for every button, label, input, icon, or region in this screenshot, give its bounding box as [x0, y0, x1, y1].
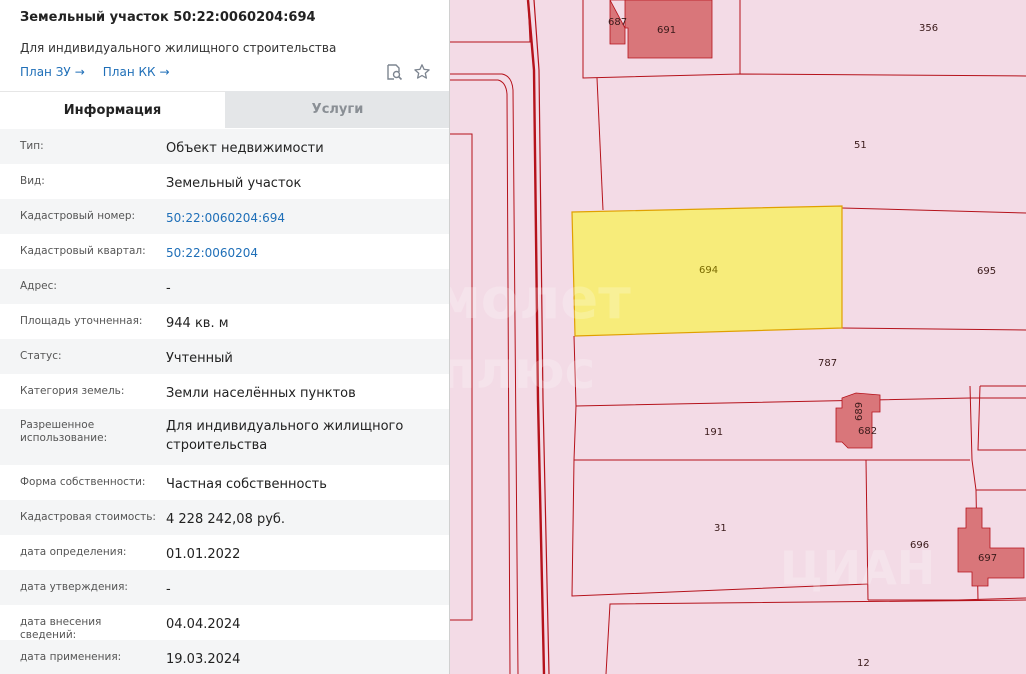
- plot-label-31: 31: [714, 523, 727, 534]
- plan-zu-link[interactable]: План ЗУ →: [20, 65, 85, 79]
- cadastral-map[interactable]: самолет плюс ЦИАН 687 691 356 51 694 695…: [450, 0, 1026, 674]
- row-label: Разрешенное использование:: [20, 419, 108, 444]
- info-row-application-date: дата применения: 19.03.2024: [0, 640, 449, 674]
- panel-tools: [385, 63, 431, 81]
- plot-label-356: 356: [919, 23, 938, 34]
- plot-label-697: 697: [978, 553, 997, 564]
- plot-label-787: 787: [818, 358, 837, 369]
- plan-links: План ЗУ → План КК →: [20, 65, 170, 79]
- row-label: Кадастровый номер:: [20, 210, 136, 222]
- row-value: Для индивидуального жилищного строительс…: [166, 419, 404, 453]
- plot-label-687: 687: [608, 17, 627, 28]
- row-value: 01.01.2022: [166, 547, 241, 562]
- info-row-approval-date: дата утверждения: -: [0, 570, 449, 605]
- row-value: Учтенный: [166, 351, 233, 366]
- row-label: Кадастровый квартал:: [20, 245, 146, 257]
- row-label: дата утверждения:: [20, 581, 128, 593]
- row-label: дата внесения сведений:: [20, 616, 102, 641]
- info-row-permitted-use: Разрешенное использование: Для индивидуа…: [0, 409, 449, 465]
- row-value: 04.04.2024: [166, 617, 241, 632]
- panel-subtitle: Для индивидуального жилищного строительс…: [20, 41, 337, 55]
- row-value: Частная собственность: [166, 477, 327, 492]
- row-value: -: [166, 281, 171, 296]
- row-label: Кадастровая стоимость:: [20, 511, 156, 523]
- arrow-right-icon: →: [159, 65, 170, 79]
- plan-kk-link[interactable]: План КК →: [103, 65, 170, 79]
- map-canvas[interactable]: самолет плюс ЦИАН 687 691 356 51 694 695…: [450, 0, 1026, 674]
- row-label: Тип:: [20, 140, 44, 152]
- watermark-brand: самолет: [450, 267, 631, 332]
- row-value: Земли населённых пунктов: [166, 386, 356, 401]
- arrow-right-icon: →: [74, 65, 85, 79]
- cadastral-quarter-link[interactable]: 50:22:0060204: [166, 244, 436, 263]
- row-label: дата определения:: [20, 546, 127, 558]
- row-value: 4 228 242,08 руб.: [166, 512, 286, 527]
- plot-label-694: 694: [699, 265, 718, 276]
- row-value: Объект недвижимости: [166, 141, 324, 156]
- info-panel: Земельный участок 50:22:0060204:694 Для …: [0, 0, 450, 674]
- tab-info[interactable]: Информация: [0, 91, 225, 128]
- row-label: Категория земель:: [20, 385, 125, 397]
- row-label: Статус:: [20, 350, 62, 362]
- info-row-cadastral-value: Кадастровая стоимость: 4 228 242,08 руб.: [0, 500, 449, 535]
- info-row-ownership: Форма собственности: Частная собственнос…: [0, 465, 449, 500]
- info-row-area: Площадь уточненная: 944 кв. м: [0, 304, 449, 339]
- search-document-icon[interactable]: [385, 63, 403, 81]
- cadastral-number-link[interactable]: 50:22:0060204:694: [166, 209, 436, 228]
- plot-label-695: 695: [977, 266, 996, 277]
- info-row-address: Адрес: -: [0, 269, 449, 304]
- panel-title: Земельный участок 50:22:0060204:694: [20, 10, 316, 25]
- plan-zu-label: План ЗУ: [20, 65, 71, 79]
- watermark-brand-sub: плюс: [450, 341, 595, 401]
- info-row-status: Статус: Учтенный: [0, 339, 449, 374]
- info-row-land-category: Категория земель: Земли населённых пункт…: [0, 374, 449, 409]
- row-label: дата применения:: [20, 651, 122, 663]
- plot-label-191: 191: [704, 427, 723, 438]
- star-icon[interactable]: [413, 63, 431, 81]
- plot-label-682: 682: [858, 426, 877, 437]
- info-table: Тип: Объект недвижимости Вид: Земельный …: [0, 129, 449, 674]
- row-value: Земельный участок: [166, 176, 302, 191]
- row-label: Адрес:: [20, 280, 57, 292]
- info-row-type: Тип: Объект недвижимости: [0, 129, 449, 164]
- row-label: Площадь уточненная:: [20, 315, 143, 327]
- info-row-kind: Вид: Земельный участок: [0, 164, 449, 199]
- panel-tabs: Информация Услуги: [0, 91, 449, 128]
- info-row-cadastral-quarter: Кадастровый квартал: 50:22:0060204: [0, 234, 449, 269]
- plot-label-51: 51: [854, 140, 867, 151]
- plot-label-689: 689: [854, 402, 865, 421]
- tab-services[interactable]: Услуги: [225, 91, 449, 128]
- plot-label-691: 691: [657, 25, 676, 36]
- row-label: Вид:: [20, 175, 45, 187]
- row-value: 19.03.2024: [166, 652, 241, 667]
- info-row-entry-date: дата внесения сведений: 04.04.2024: [0, 605, 449, 641]
- row-label: Форма собственности:: [20, 476, 146, 488]
- info-row-determination-date: дата определения: 01.01.2022: [0, 535, 449, 570]
- plot-label-12: 12: [857, 658, 870, 669]
- info-row-cadastral-number: Кадастровый номер: 50:22:0060204:694: [0, 199, 449, 234]
- row-value: 944 кв. м: [166, 316, 229, 331]
- plot-label-696: 696: [910, 540, 929, 551]
- plan-kk-label: План КК: [102, 65, 156, 79]
- row-value: -: [166, 582, 171, 597]
